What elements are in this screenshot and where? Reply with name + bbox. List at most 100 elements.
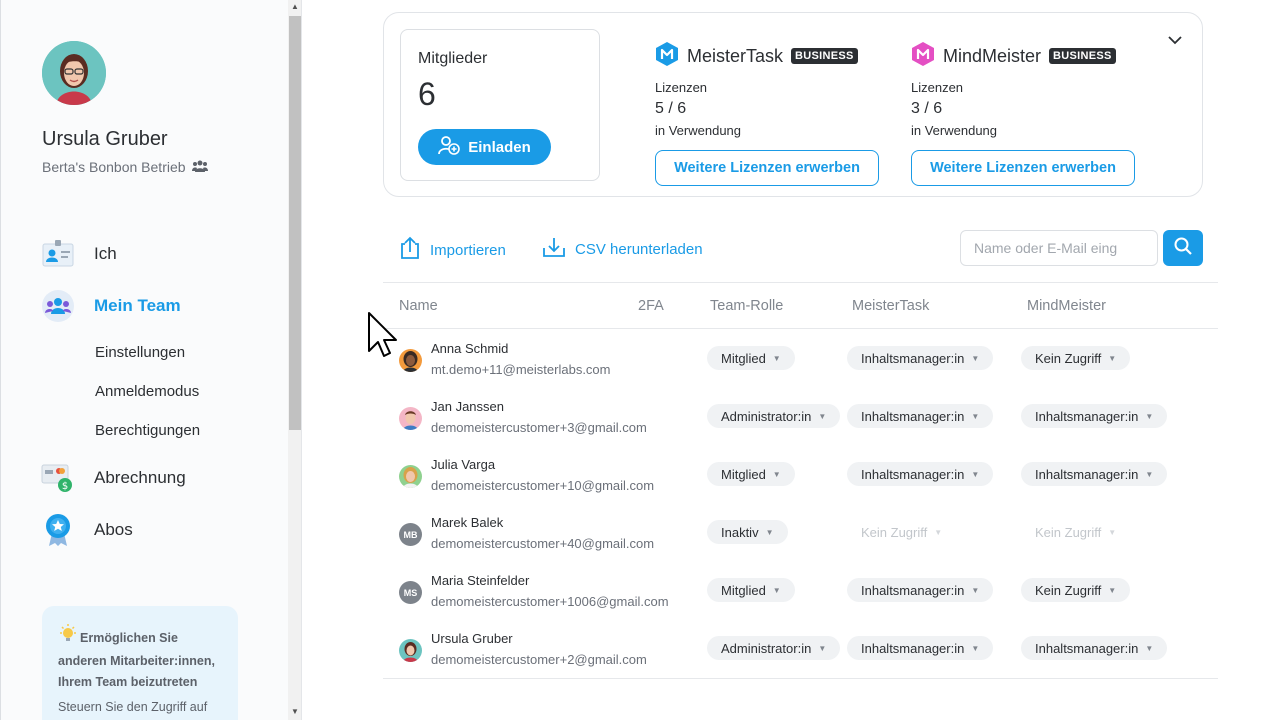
license-count: 3 / 6 <box>911 100 943 117</box>
chevron-down-icon[interactable] <box>1166 31 1184 49</box>
chevron-down-icon: ▼ <box>1108 585 1117 595</box>
table-row: Anna Schmid mt.demo+11@meisterlabs.com M… <box>383 329 1218 387</box>
scroll-down-arrow-icon[interactable]: ▼ <box>288 705 302 719</box>
sidebar: Ursula Gruber Berta's Bonbon Betrieb Ich… <box>0 0 288 720</box>
meistertask-access-dropdown: Kein Zugriff ▼ <box>847 520 956 544</box>
team-role-dropdown[interactable]: Administrator:in ▼ <box>707 636 841 660</box>
team-role-dropdown[interactable]: Mitglied ▼ <box>707 578 795 602</box>
upload-icon <box>399 236 421 264</box>
meistertask-access-value: Kein Zugriff <box>861 524 928 540</box>
chevron-down-icon: ▼ <box>818 643 827 653</box>
mindmeister-access-value: Kein Zugriff <box>1035 350 1102 366</box>
team-role-dropdown[interactable]: Administrator:in ▼ <box>707 404 841 428</box>
members-box: Mitglieder 6 Einladen <box>400 29 600 181</box>
team-role-dropdown[interactable]: Mitglied ▼ <box>707 346 795 370</box>
member-name: Jan Janssen <box>431 399 504 414</box>
user-name: Ursula Gruber <box>42 128 168 150</box>
scroll-thumb[interactable] <box>289 16 301 430</box>
mindmeister-access-value: Inhaltsmanager:in <box>1035 408 1139 424</box>
chevron-down-icon: ▼ <box>971 353 980 363</box>
team-role-dropdown[interactable]: Inaktiv ▼ <box>707 520 788 544</box>
add-user-icon <box>438 135 461 159</box>
mindmeister-access-value: Kein Zugriff <box>1035 582 1102 598</box>
team-group-icon <box>41 289 75 323</box>
license-count: 5 / 6 <box>655 100 687 117</box>
members-label: Mitglieder <box>418 50 488 67</box>
member-email: demomeistercustomer+1006@gmail.com <box>431 594 669 609</box>
member-name: Anna Schmid <box>431 341 509 356</box>
nav-subitem-settings[interactable]: Einstellungen <box>95 344 185 361</box>
scroll-up-arrow-icon[interactable]: ▲ <box>288 0 302 14</box>
search-icon <box>1173 236 1193 261</box>
nav-label-me: Ich <box>94 244 117 263</box>
search-button[interactable] <box>1163 230 1203 266</box>
mindmeister-access-dropdown[interactable]: Kein Zugriff ▼ <box>1021 578 1131 602</box>
chevron-down-icon: ▼ <box>1145 643 1154 653</box>
mindmeister-access-dropdown[interactable]: Inhaltsmanager:in ▼ <box>1021 462 1168 486</box>
nav-item-billing[interactable]: $ Abrechnung <box>41 461 186 495</box>
meistertask-access-dropdown[interactable]: Inhaltsmanager:in ▼ <box>847 636 994 660</box>
nav-item-subscriptions[interactable]: Abos <box>41 513 133 547</box>
avatar <box>399 465 422 488</box>
tip-text: Steuern Sie den Zugriff auf <box>58 700 208 714</box>
member-email: mt.demo+11@meisterlabs.com <box>431 362 611 377</box>
nav-item-me[interactable]: Ich <box>41 237 117 271</box>
chevron-down-icon: ▼ <box>772 469 781 479</box>
sidebar-scrollbar[interactable]: ▲ ▼ <box>288 0 302 720</box>
chevron-down-icon: ▼ <box>971 469 980 479</box>
org-name: Berta's Bonbon Betrieb <box>42 159 186 175</box>
chevron-down-icon: ▼ <box>971 643 980 653</box>
team-role-value: Inaktiv <box>721 524 759 540</box>
team-role-value: Mitglied <box>721 466 766 482</box>
mindmeister-access-value: Inhaltsmanager:in <box>1035 466 1139 482</box>
column-header-name[interactable]: Name <box>399 298 438 314</box>
id-card-icon <box>41 237 75 271</box>
team-role-value: Mitglied <box>721 350 766 366</box>
nav-subitem-login-mode[interactable]: Anmeldemodus <box>95 383 199 400</box>
nav-subitem-permissions[interactable]: Berechtigungen <box>95 422 200 439</box>
avatar: MB <box>399 523 422 546</box>
buy-licenses-button[interactable]: Weitere Lizenzen erwerben <box>911 150 1135 186</box>
team-icon <box>191 159 208 175</box>
nav-item-team[interactable]: Mein Team <box>41 289 181 323</box>
chevron-down-icon: ▼ <box>1145 469 1154 479</box>
nav-label-team: Mein Team <box>94 296 181 315</box>
meistertask-access-value: Inhaltsmanager:in <box>861 408 965 424</box>
meistertask-access-value: Inhaltsmanager:in <box>861 350 965 366</box>
search-input[interactable] <box>960 230 1158 266</box>
meistertask-access-dropdown[interactable]: Inhaltsmanager:in ▼ <box>847 462 994 486</box>
product-name: MeisterTask <box>687 45 784 66</box>
import-button[interactable]: Importieren <box>399 236 506 264</box>
team-role-value: Administrator:in <box>721 640 812 656</box>
meistertask-access-dropdown[interactable]: Inhaltsmanager:in ▼ <box>847 346 994 370</box>
tip-title: Ermöglichen Sie anderen Mitarbeiter:inne… <box>58 624 224 693</box>
invite-tip-box: Ermöglichen Sie anderen Mitarbeiter:inne… <box>42 606 238 720</box>
member-email: demomeistercustomer+2@gmail.com <box>431 652 647 667</box>
member-name: Marek Balek <box>431 515 504 530</box>
table-row: Ursula Gruber demomeistercustomer+2@gmai… <box>383 619 1218 677</box>
meistertask-access-value: Inhaltsmanager:in <box>861 640 965 656</box>
buy-licenses-button[interactable]: Weitere Lizenzen erwerben <box>655 150 879 186</box>
table-row: MS Maria Steinfelder demomeistercustomer… <box>383 561 1218 619</box>
member-email: demomeistercustomer+10@gmail.com <box>431 478 655 493</box>
mindmeister-access-dropdown[interactable]: Kein Zugriff ▼ <box>1021 346 1131 370</box>
member-name: Julia Varga <box>431 457 496 472</box>
table-row: Julia Varga demomeistercustomer+10@gmail… <box>383 445 1218 503</box>
invite-button[interactable]: Einladen <box>418 129 551 165</box>
avatar <box>399 407 422 430</box>
meistertask-access-dropdown[interactable]: Inhaltsmanager:in ▼ <box>847 404 994 428</box>
mindmeister-access-dropdown[interactable]: Inhaltsmanager:in ▼ <box>1021 636 1168 660</box>
team-role-dropdown[interactable]: Mitglied ▼ <box>707 462 795 486</box>
user-avatar[interactable] <box>42 41 106 105</box>
mindmeister-access-dropdown[interactable]: Inhaltsmanager:in ▼ <box>1021 404 1168 428</box>
member-name: Ursula Gruber <box>431 631 513 646</box>
product-name: MindMeister <box>943 45 1042 66</box>
download-icon <box>542 236 566 262</box>
csv-download-button[interactable]: CSV herunterladen <box>542 236 703 262</box>
team-role-value: Administrator:in <box>721 408 812 424</box>
meistertask-access-dropdown[interactable]: Inhaltsmanager:in ▼ <box>847 578 994 602</box>
nav-label-subscriptions: Abos <box>94 520 133 539</box>
org-name-line: Berta's Bonbon Betrieb <box>42 159 208 175</box>
license-usage-label: in Verwendung <box>655 123 742 138</box>
meistertask-access-value: Inhaltsmanager:in <box>861 582 965 598</box>
